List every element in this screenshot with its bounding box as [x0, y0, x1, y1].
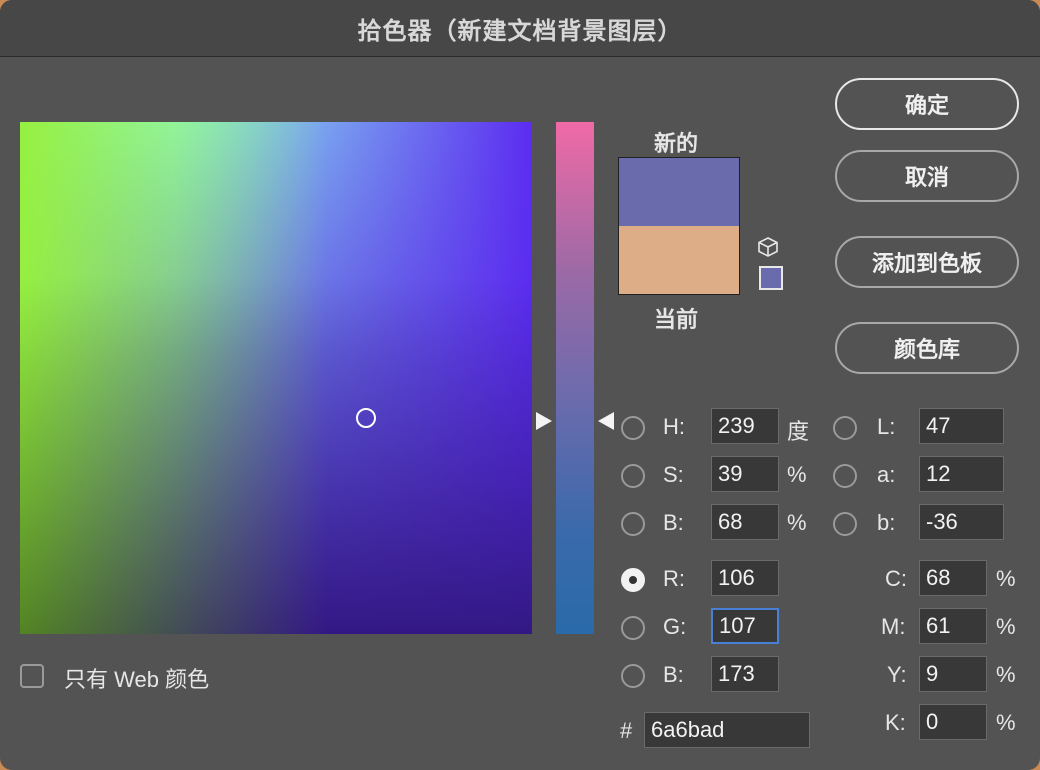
input-s[interactable]: [711, 456, 779, 492]
input-l[interactable]: [919, 408, 1004, 444]
label-g: G:: [663, 614, 687, 639]
websafe-swatch[interactable]: [759, 266, 783, 290]
color-field-cursor[interactable]: [356, 408, 376, 428]
ok-button[interactable]: 确定: [835, 78, 1019, 130]
radio-a[interactable]: [833, 464, 857, 488]
label-m: M:: [881, 614, 906, 639]
color-picker-dialog: 拾色器（新建文档背景图层） 新的 当前 确定 取消 添加到色板 颜色库 H: 度…: [0, 0, 1040, 770]
input-y[interactable]: [919, 656, 987, 692]
label-lab-b: b:: [877, 510, 896, 535]
label-r: R:: [663, 566, 685, 591]
label-s: S:: [663, 462, 684, 487]
input-rgb-b[interactable]: [711, 656, 779, 692]
input-k[interactable]: [919, 704, 987, 740]
color-field[interactable]: [20, 122, 532, 634]
web-only-label: 只有 Web 颜色: [64, 667, 210, 692]
web-only-checkbox[interactable]: [20, 664, 44, 688]
cancel-button[interactable]: 取消: [835, 150, 1019, 202]
label-y: Y:: [887, 662, 907, 687]
hue-slider-handle-right[interactable]: [598, 412, 614, 430]
radio-brightness[interactable]: [621, 512, 645, 536]
unit-c: %: [996, 566, 1016, 591]
input-r[interactable]: [711, 560, 779, 596]
radio-r[interactable]: [621, 568, 645, 592]
unit-k: %: [996, 710, 1016, 735]
input-brightness[interactable]: [711, 504, 779, 540]
current-color-label: 当前: [654, 307, 699, 332]
hue-slider-handle-left[interactable]: [536, 412, 552, 430]
label-c: C:: [885, 566, 907, 591]
color-libraries-button[interactable]: 颜色库: [835, 322, 1019, 374]
hex-input[interactable]: [644, 712, 810, 748]
dialog-title: 拾色器（新建文档背景图层）: [0, 0, 1040, 57]
radio-rgb-b[interactable]: [621, 664, 645, 688]
radio-s[interactable]: [621, 464, 645, 488]
radio-l[interactable]: [833, 416, 857, 440]
unit-y: %: [996, 662, 1016, 687]
unit-brightness: %: [787, 510, 807, 535]
label-h: H:: [663, 414, 685, 439]
hue-slider[interactable]: [556, 122, 594, 634]
unit-s: %: [787, 462, 807, 487]
radio-lab-b[interactable]: [833, 512, 857, 536]
unit-h: 度: [787, 419, 810, 444]
cube-icon[interactable]: [757, 236, 779, 258]
label-a: a:: [877, 462, 896, 487]
input-m[interactable]: [919, 608, 987, 644]
color-preview: [618, 157, 740, 295]
input-g[interactable]: [711, 608, 779, 644]
label-l: L:: [877, 414, 896, 439]
new-color-swatch: [619, 158, 739, 226]
add-to-swatches-button[interactable]: 添加到色板: [835, 236, 1019, 288]
unit-m: %: [996, 614, 1016, 639]
hex-label: #: [620, 718, 633, 743]
radio-g[interactable]: [621, 616, 645, 640]
input-lab-b[interactable]: [919, 504, 1004, 540]
input-h[interactable]: [711, 408, 779, 444]
new-color-label: 新的: [654, 131, 699, 156]
input-c[interactable]: [919, 560, 987, 596]
input-a[interactable]: [919, 456, 1004, 492]
label-brightness: B:: [663, 510, 684, 535]
label-k: K:: [885, 710, 906, 735]
radio-h[interactable]: [621, 416, 645, 440]
label-rgb-b: B:: [663, 662, 684, 687]
current-color-swatch[interactable]: [619, 226, 739, 294]
